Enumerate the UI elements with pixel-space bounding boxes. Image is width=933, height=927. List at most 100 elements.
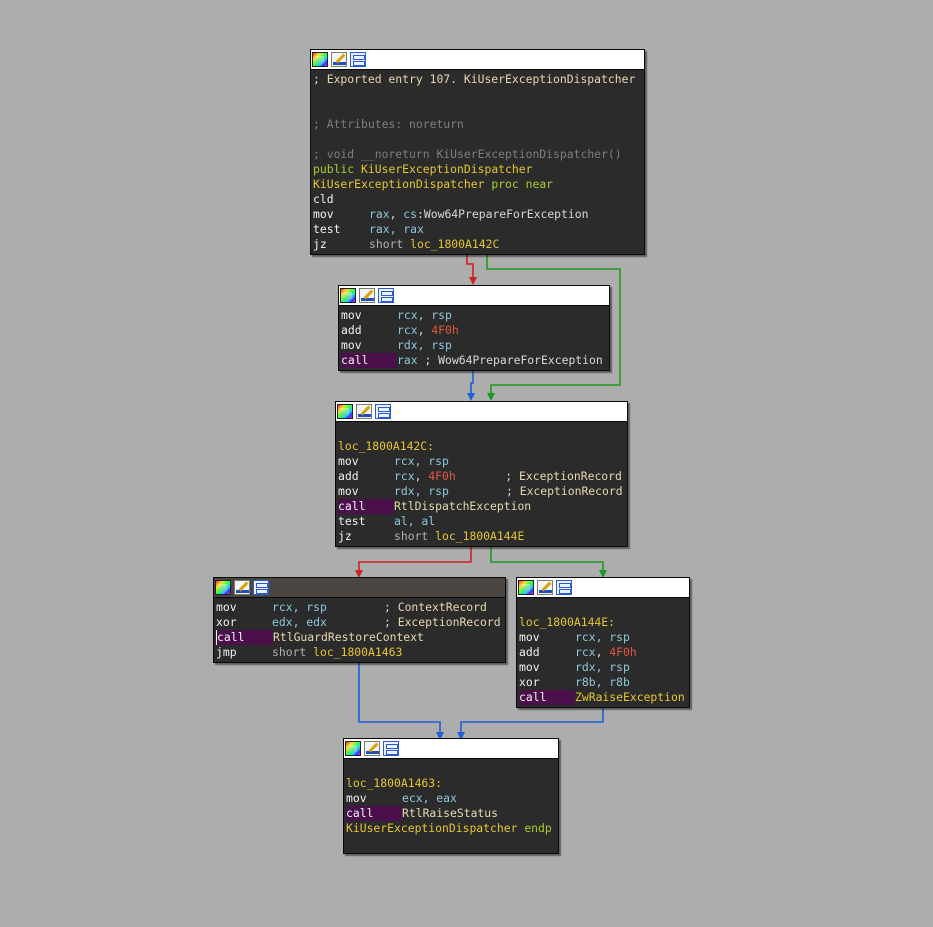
rename-pencil-icon[interactable]: [331, 52, 347, 67]
asm-line[interactable]: xor r8b, r8b: [519, 675, 687, 690]
asm-line[interactable]: loc_1800A144E:: [519, 615, 687, 630]
immediate[interactable]: 4F0h: [428, 469, 505, 484]
rename-pencil-icon[interactable]: [356, 404, 372, 419]
operands[interactable]: rdx, rsp: [575, 660, 630, 674]
asm-line[interactable]: call RtlDispatchException: [338, 499, 625, 514]
mnemonic: add: [519, 645, 540, 659]
call-target[interactable]: RtlDispatchException: [394, 499, 531, 513]
operands[interactable]: rcx, rsp: [272, 600, 384, 615]
call-target[interactable]: RtlGuardRestoreContext: [273, 630, 424, 644]
call-mnemonic: call: [519, 690, 575, 705]
asm-line[interactable]: jmp short loc_1800A1463: [216, 645, 503, 660]
graph-view-icon[interactable]: [378, 288, 394, 303]
graph-view-icon[interactable]: [253, 580, 269, 595]
rename-pencil-icon[interactable]: [359, 288, 375, 303]
asm-line[interactable]: mov ecx, eax: [346, 791, 556, 806]
register[interactable]: rax: [397, 353, 418, 367]
asm-line[interactable]: mov rcx, rsp: [338, 454, 625, 469]
asm-line[interactable]: add rcx, 4F0h: [519, 645, 687, 660]
asm-line[interactable]: public KiUserExceptionDispatcher: [313, 162, 642, 177]
color-palette-icon[interactable]: [345, 741, 361, 756]
jump-target-label[interactable]: loc_1800A142C: [410, 237, 499, 251]
register[interactable]: rcx: [575, 645, 596, 659]
asm-line[interactable]: add rcx, 4F0h; ExceptionRecord: [338, 469, 625, 484]
operands[interactable]: r8b, r8b: [575, 675, 630, 689]
operands[interactable]: rdx, rsp: [394, 484, 506, 499]
asm-line[interactable]: jz short loc_1800A142C: [313, 237, 642, 252]
asm-line[interactable]: call rax ; Wow64PrepareForException: [341, 353, 607, 368]
asm-line[interactable]: ; Exported entry 107. KiUserExceptionDis…: [313, 72, 642, 87]
asm-line[interactable]: loc_1800A1463:: [346, 776, 556, 791]
operands[interactable]: ecx, eax: [402, 791, 457, 805]
graph-view-icon[interactable]: [556, 580, 572, 595]
graph-node-wow64-call[interactable]: mov rcx, rsp add rcx, 4F0h mov rdx, rsp cal…: [338, 285, 610, 371]
graph-node-entry[interactable]: ; Exported entry 107. KiUserExceptionDis…: [310, 49, 645, 255]
symbol-ref[interactable]: Wow64PrepareForException: [424, 207, 589, 221]
graph-node-guard-restore[interactable]: mov rcx, rsp; ContextRecord xor edx, edx; …: [213, 577, 506, 663]
rename-pencil-icon[interactable]: [364, 741, 380, 756]
proc-name[interactable]: KiUserExceptionDispatcher: [346, 821, 517, 835]
asm-line[interactable]: add rcx, 4F0h: [341, 323, 607, 338]
asm-line[interactable]: KiUserExceptionDispatcher proc near: [313, 177, 642, 192]
graph-view-icon[interactable]: [350, 52, 366, 67]
operands[interactable]: rcx, rsp: [394, 454, 449, 468]
color-palette-icon[interactable]: [337, 404, 353, 419]
graph-view-icon[interactable]: [383, 741, 399, 756]
operands[interactable]: rdx, rsp: [397, 338, 452, 352]
jump-target-label[interactable]: loc_1800A144E: [435, 529, 524, 543]
mnemonic: jz: [313, 237, 327, 251]
graph-node-loc-1800A144E[interactable]: loc_1800A144E: mov rcx, rsp add rcx, 4F0h …: [516, 577, 690, 708]
asm-line[interactable]: mov rcx, rsp; ContextRecord: [216, 600, 503, 615]
block-label[interactable]: loc_1800A1463:: [346, 776, 442, 790]
asm-line[interactable]: KiUserExceptionDispatcher endp: [346, 821, 556, 836]
asm-line[interactable]: ; void __noreturn KiUserExceptionDispatc…: [313, 147, 642, 162]
operands[interactable]: al, al: [394, 514, 435, 528]
asm-blank-line: [519, 600, 687, 615]
graph-node-loc-1800A142C[interactable]: loc_1800A142C: mov rcx, rsp add rcx, 4F0h;…: [335, 401, 628, 547]
asm-line[interactable]: mov rcx, rsp: [519, 630, 687, 645]
rename-pencil-icon[interactable]: [234, 580, 250, 595]
asm-line[interactable]: call ZwRaiseException: [519, 690, 687, 705]
color-palette-icon[interactable]: [215, 580, 231, 595]
color-palette-icon[interactable]: [340, 288, 356, 303]
rename-pencil-icon[interactable]: [537, 580, 553, 595]
asm-line[interactable]: call RtlRaiseStatus: [346, 806, 556, 821]
asm-line[interactable]: mov rdx, rsp; ExceptionRecord: [338, 484, 625, 499]
asm-line[interactable]: mov rcx, rsp: [341, 308, 607, 323]
proc-name[interactable]: KiUserExceptionDispatcher: [313, 177, 484, 191]
graph-node-loc-1800A1463[interactable]: loc_1800A1463: mov ecx, eax call RtlRaiseS…: [343, 738, 559, 854]
register[interactable]: rax: [369, 207, 390, 221]
register[interactable]: rcx: [394, 469, 415, 483]
asm-line[interactable]: test al, al: [338, 514, 625, 529]
asm-line[interactable]: ; Attributes: noreturn: [313, 117, 642, 132]
operands[interactable]: edx, edx: [272, 615, 384, 630]
call-mnemonic: call: [216, 630, 273, 645]
operands[interactable]: rcx, rsp: [575, 630, 630, 644]
call-target[interactable]: RtlRaiseStatus: [402, 806, 498, 820]
immediate[interactable]: 4F0h: [431, 323, 458, 337]
mnemonic: mov: [341, 308, 362, 322]
asm-line[interactable]: test rax, rax: [313, 222, 642, 237]
asm-line[interactable]: xor edx, edx; ExceptionRecord: [216, 615, 503, 630]
asm-line[interactable]: call RtlGuardRestoreContext: [216, 630, 503, 645]
operands[interactable]: rax, rax: [369, 222, 424, 236]
block-label[interactable]: loc_1800A142C:: [338, 439, 434, 453]
block-label[interactable]: loc_1800A144E:: [519, 615, 615, 629]
symbol-name[interactable]: KiUserExceptionDispatcher: [361, 162, 532, 176]
color-palette-icon[interactable]: [312, 52, 328, 67]
asm-line[interactable]: cld: [313, 192, 642, 207]
operands[interactable]: rcx, rsp: [397, 308, 452, 322]
color-palette-icon[interactable]: [518, 580, 534, 595]
graph-view-icon[interactable]: [375, 404, 391, 419]
call-target[interactable]: ZwRaiseException: [575, 690, 685, 704]
register[interactable]: rcx: [397, 323, 418, 337]
asm-line[interactable]: mov rdx, rsp: [519, 660, 687, 675]
immediate[interactable]: 4F0h: [609, 645, 636, 659]
asm-line[interactable]: mov rax, cs:Wow64PrepareForException: [313, 207, 642, 222]
asm-line[interactable]: loc_1800A142C:: [338, 439, 625, 454]
asm-blank-line: [313, 132, 642, 147]
jump-target-label[interactable]: loc_1800A1463: [313, 645, 402, 659]
node-header: [336, 402, 627, 422]
asm-line[interactable]: mov rdx, rsp: [341, 338, 607, 353]
asm-line[interactable]: jz short loc_1800A144E: [338, 529, 625, 544]
